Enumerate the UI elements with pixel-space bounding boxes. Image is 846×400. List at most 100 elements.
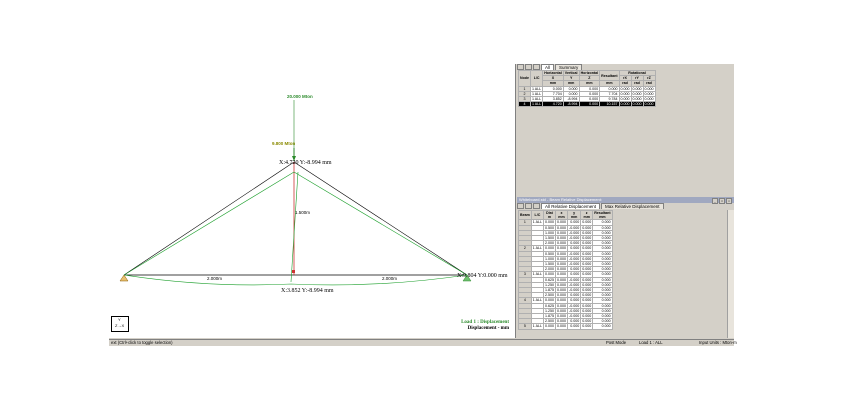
lc-cell[interactable]: 1 ALL — [529, 101, 544, 108]
beam-value-cell[interactable]: 0.625 — [543, 276, 556, 283]
beam-value-cell[interactable]: 0.625 — [543, 302, 556, 309]
node-table-row[interactable]: 41 ALL 4.720 -8.994 0.000 10.157 0.000 0.000 0.… — [518, 101, 656, 108]
beam-table-row[interactable]: 51 ALL 0.000 0.000 0.000 0.000 0.000 — [518, 323, 613, 330]
beam-lc-cell[interactable]: 1 ALL — [530, 297, 545, 304]
beam-value-cell[interactable]: 0.000 — [580, 302, 594, 309]
beam-value-cell[interactable]: 0.000 — [555, 318, 568, 325]
beam-value-cell[interactable]: 1.000 — [543, 229, 556, 237]
value-cell[interactable]: 0.000 — [642, 85, 656, 92]
col-dist[interactable]: Dist m — [543, 209, 556, 221]
beam-value-cell[interactable]: 1.250 — [543, 307, 556, 315]
beam-value-cell[interactable]: 0.000 — [580, 240, 594, 247]
beam-value-cell[interactable]: 0.000 — [580, 245, 594, 252]
beam-value-cell[interactable]: -0.000 — [566, 313, 582, 320]
beam-value-cell[interactable]: 2.500 — [543, 318, 556, 325]
col-node[interactable]: Node — [518, 70, 531, 87]
beam-value-cell[interactable]: 0.000 — [543, 219, 556, 226]
beam-value-cell[interactable]: 0.500 — [543, 224, 556, 231]
beam-value-cell[interactable]: 0.000 — [543, 271, 556, 278]
beam-value-cell[interactable]: 0.000 — [543, 323, 556, 330]
beam-value-cell[interactable]: 0.000 — [580, 219, 594, 226]
value-cell[interactable]: 10.157 — [599, 101, 620, 108]
lc-cell[interactable]: 1 ALL — [529, 90, 544, 98]
beam-value-cell[interactable]: 0.000 — [580, 281, 594, 289]
beam-value-cell[interactable]: 0.000 — [543, 297, 556, 304]
col-bz[interactable]: z mm — [580, 209, 594, 221]
value-cell[interactable]: 0.000 — [630, 90, 644, 98]
structure-diagram[interactable] — [109, 64, 515, 338]
beam-tab-prev-button[interactable] — [525, 203, 532, 209]
beam-value-cell[interactable]: 0.000 — [592, 323, 613, 330]
lc-cell[interactable]: 1 ALL — [529, 95, 544, 103]
col-lc[interactable]: L/C — [529, 70, 544, 87]
beam-value-cell[interactable]: 0.000 — [555, 276, 568, 283]
node-id-cell[interactable]: 4 — [518, 101, 531, 108]
beam-value-cell[interactable]: 0.000 — [566, 271, 582, 278]
beam-value-cell[interactable]: -0.000 — [566, 302, 582, 309]
value-cell[interactable]: 0.000 — [618, 101, 632, 108]
beam-value-cell[interactable]: 0.000 — [566, 219, 582, 226]
beam-value-cell[interactable]: -0.000 — [566, 281, 582, 289]
beam-value-cell[interactable]: -0.000 — [566, 276, 582, 283]
tab-all-relative[interactable]: All Relative Displacement — [541, 203, 601, 209]
value-cell[interactable]: 0.000 — [618, 95, 632, 103]
beam-value-cell[interactable]: 0.000 — [555, 302, 568, 309]
beam-value-cell[interactable]: 0.000 — [555, 261, 568, 268]
beam-value-cell[interactable]: 0.000 — [566, 245, 582, 252]
col-beam[interactable]: Beam — [518, 209, 532, 221]
beam-value-cell[interactable]: 0.000 — [566, 323, 582, 330]
beam-value-cell[interactable]: 1.875 — [543, 313, 556, 320]
beam-lc-cell[interactable]: 1 ALL — [530, 245, 545, 252]
beam-lc-cell[interactable]: 1 ALL — [530, 323, 545, 330]
beam-value-cell[interactable]: 0.000 — [580, 271, 594, 278]
member-left-rafter[interactable] — [123, 161, 295, 276]
value-cell[interactable]: -8.994 — [562, 101, 580, 108]
beam-value-cell[interactable]: 0.000 — [555, 234, 568, 242]
beam-value-cell[interactable]: -0.000 — [566, 261, 582, 268]
beam-value-cell[interactable]: 0.000 — [555, 313, 568, 320]
beam-value-cell[interactable]: 0.000 — [555, 266, 568, 273]
beam-value-cell[interactable]: 1.875 — [543, 287, 556, 294]
beam-value-cell[interactable]: 0.000 — [566, 318, 582, 325]
beam-value-cell[interactable]: 2.000 — [543, 240, 556, 247]
beam-value-cell[interactable]: 2.500 — [543, 292, 556, 299]
value-cell[interactable]: 0.000 — [618, 90, 632, 98]
beam-value-cell[interactable]: 0.000 — [566, 240, 582, 247]
value-cell[interactable]: 0.000 — [642, 101, 656, 108]
value-cell[interactable]: 0.000 — [642, 90, 656, 98]
value-cell[interactable]: 0.000 — [630, 85, 644, 92]
value-cell[interactable]: 0.000 — [630, 101, 644, 108]
beam-value-cell[interactable]: 1.500 — [543, 261, 556, 268]
beam-value-cell[interactable]: 2.000 — [543, 266, 556, 273]
beam-value-cell[interactable]: 0.000 — [555, 250, 568, 257]
beam-value-cell[interactable]: 0.000 — [566, 292, 582, 299]
beam-value-cell[interactable]: 0.000 — [555, 271, 568, 278]
member-right-rafter[interactable] — [293, 161, 468, 276]
beam-tab-first-button[interactable] — [517, 203, 524, 209]
beam-id-cell[interactable]: 5 — [518, 323, 532, 330]
beam-value-cell[interactable]: 0.000 — [580, 255, 594, 263]
beam-value-cell[interactable]: -0.000 — [566, 234, 582, 242]
beam-value-cell[interactable]: 0.000 — [580, 307, 594, 315]
graphics-viewport[interactable]: 20.000 Mton 9.800 Mton X:4.720 Y:-8.994 … — [109, 64, 516, 338]
beam-value-cell[interactable]: 0.000 — [555, 323, 568, 330]
value-cell[interactable]: 0.000 — [618, 85, 632, 92]
node-displacement-table[interactable]: Node L/C Horizontal Vertical Horizontal … — [518, 69, 656, 108]
beam-value-cell[interactable]: 0.000 — [555, 224, 568, 231]
lc-cell[interactable]: 1 ALL — [529, 85, 544, 92]
beam-value-cell[interactable]: -0.000 — [566, 229, 582, 237]
beam-value-cell[interactable]: 0.000 — [555, 245, 568, 252]
beam-value-cell[interactable]: -0.000 — [566, 224, 582, 231]
beam-value-cell[interactable]: 0.000 — [580, 313, 594, 320]
beam-value-cell[interactable]: 0.000 — [580, 261, 594, 268]
beam-value-cell[interactable]: 0.000 — [555, 255, 568, 263]
beam-value-cell[interactable]: 0.000 — [580, 250, 594, 257]
beam-value-cell[interactable]: 0.000 — [555, 287, 568, 294]
beam-value-cell[interactable]: 0.000 — [555, 307, 568, 315]
tab-max-relative[interactable]: Max Relative Displacement — [601, 203, 664, 209]
beam-value-cell[interactable]: 0.000 — [566, 297, 582, 304]
beam-table-scrollbar[interactable] — [727, 210, 734, 338]
beam-value-cell[interactable]: 0.000 — [555, 292, 568, 299]
beam-value-cell[interactable]: 0.000 — [580, 287, 594, 294]
node-marker[interactable] — [292, 270, 295, 273]
